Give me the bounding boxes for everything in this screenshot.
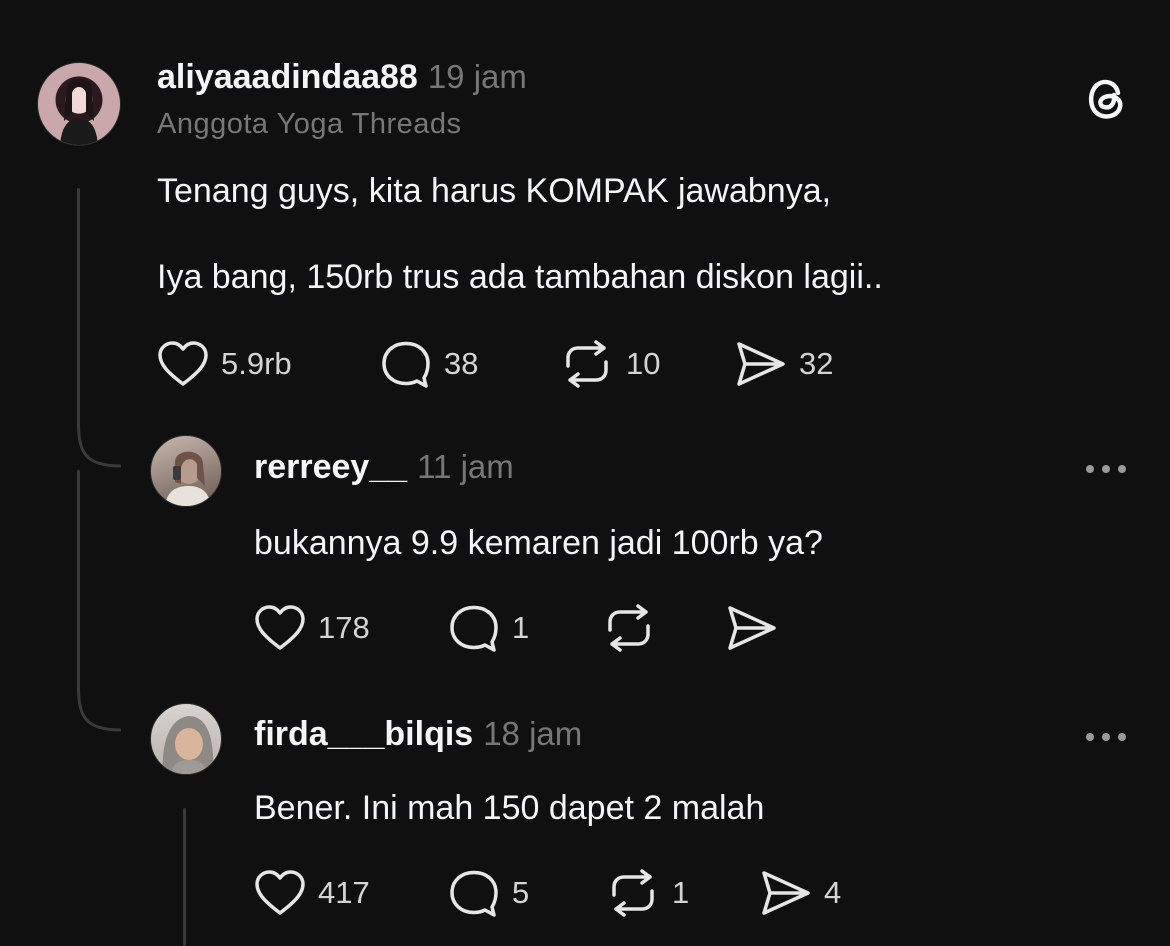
post-header: aliyaaadindaa88 19 jam [157, 58, 527, 97]
avatar[interactable] [150, 435, 222, 507]
repost-icon [560, 340, 614, 388]
thread-connector [77, 188, 80, 428]
post-text-line-1: Tenang guys, kita harus KOMPAK jawabnya, [157, 172, 832, 210]
comment-button[interactable]: 5 [448, 869, 529, 917]
thread-connector [77, 470, 80, 692]
thread-connector-curve [77, 687, 125, 741]
avatar[interactable] [37, 62, 121, 146]
send-icon [735, 340, 787, 388]
avatar[interactable] [150, 703, 222, 775]
like-count: 178 [318, 610, 370, 645]
reply-username[interactable]: rerreey__ [254, 448, 407, 486]
share-button[interactable] [726, 604, 790, 652]
reply-time: 18 jam [483, 715, 583, 752]
thread-connector [183, 808, 186, 946]
reply-time: 11 jam [417, 448, 514, 485]
more-options-icon[interactable] [1086, 733, 1126, 741]
reply-header: firda___bilqis 18 jam [254, 715, 582, 754]
comment-bubble-icon [448, 869, 500, 917]
comment-button[interactable]: 38 [380, 340, 478, 388]
comment-button[interactable]: 1 [448, 604, 529, 652]
like-count: 417 [318, 875, 370, 910]
repost-button[interactable]: 1 [606, 869, 689, 917]
repost-icon [602, 604, 656, 652]
heart-icon [254, 604, 306, 652]
reply-header: rerreey__ 11 jam [254, 448, 514, 487]
reply-text: bukannya 9.9 kemaren jadi 100rb ya? [254, 524, 823, 562]
share-button[interactable]: 32 [735, 340, 833, 388]
like-button[interactable]: 5.9rb [157, 340, 292, 388]
share-button[interactable]: 4 [760, 869, 841, 917]
comment-bubble-icon [380, 340, 432, 388]
like-button[interactable]: 417 [254, 869, 370, 917]
like-button[interactable]: 178 [254, 604, 370, 652]
repost-count: 1 [672, 875, 690, 910]
share-count: 32 [799, 346, 834, 381]
comment-count: 1 [512, 610, 530, 645]
thread-connector-curve [77, 423, 125, 477]
threads-logo-icon[interactable] [1080, 70, 1134, 129]
like-count: 5.9rb [221, 346, 292, 381]
heart-icon [157, 340, 209, 388]
reply-username[interactable]: firda___bilqis [254, 715, 473, 753]
share-count: 4 [824, 875, 842, 910]
post-subtitle[interactable]: Anggota Yoga Threads [157, 108, 462, 141]
post-username[interactable]: aliyaaadindaa88 [157, 58, 418, 96]
send-icon [726, 604, 778, 652]
comment-count: 5 [512, 875, 530, 910]
reply-text: Bener. Ini mah 150 dapet 2 malah [254, 789, 765, 827]
repost-icon [606, 869, 660, 917]
post-text-line-2: Iya bang, 150rb trus ada tambahan diskon… [157, 258, 883, 296]
more-options-icon[interactable] [1086, 465, 1126, 473]
send-icon [760, 869, 812, 917]
post-time: 19 jam [427, 58, 527, 95]
repost-count: 10 [626, 346, 661, 381]
heart-icon [254, 869, 306, 917]
repost-button[interactable] [602, 604, 668, 652]
comment-bubble-icon [448, 604, 500, 652]
comment-count: 38 [444, 346, 479, 381]
repost-button[interactable]: 10 [560, 340, 660, 388]
